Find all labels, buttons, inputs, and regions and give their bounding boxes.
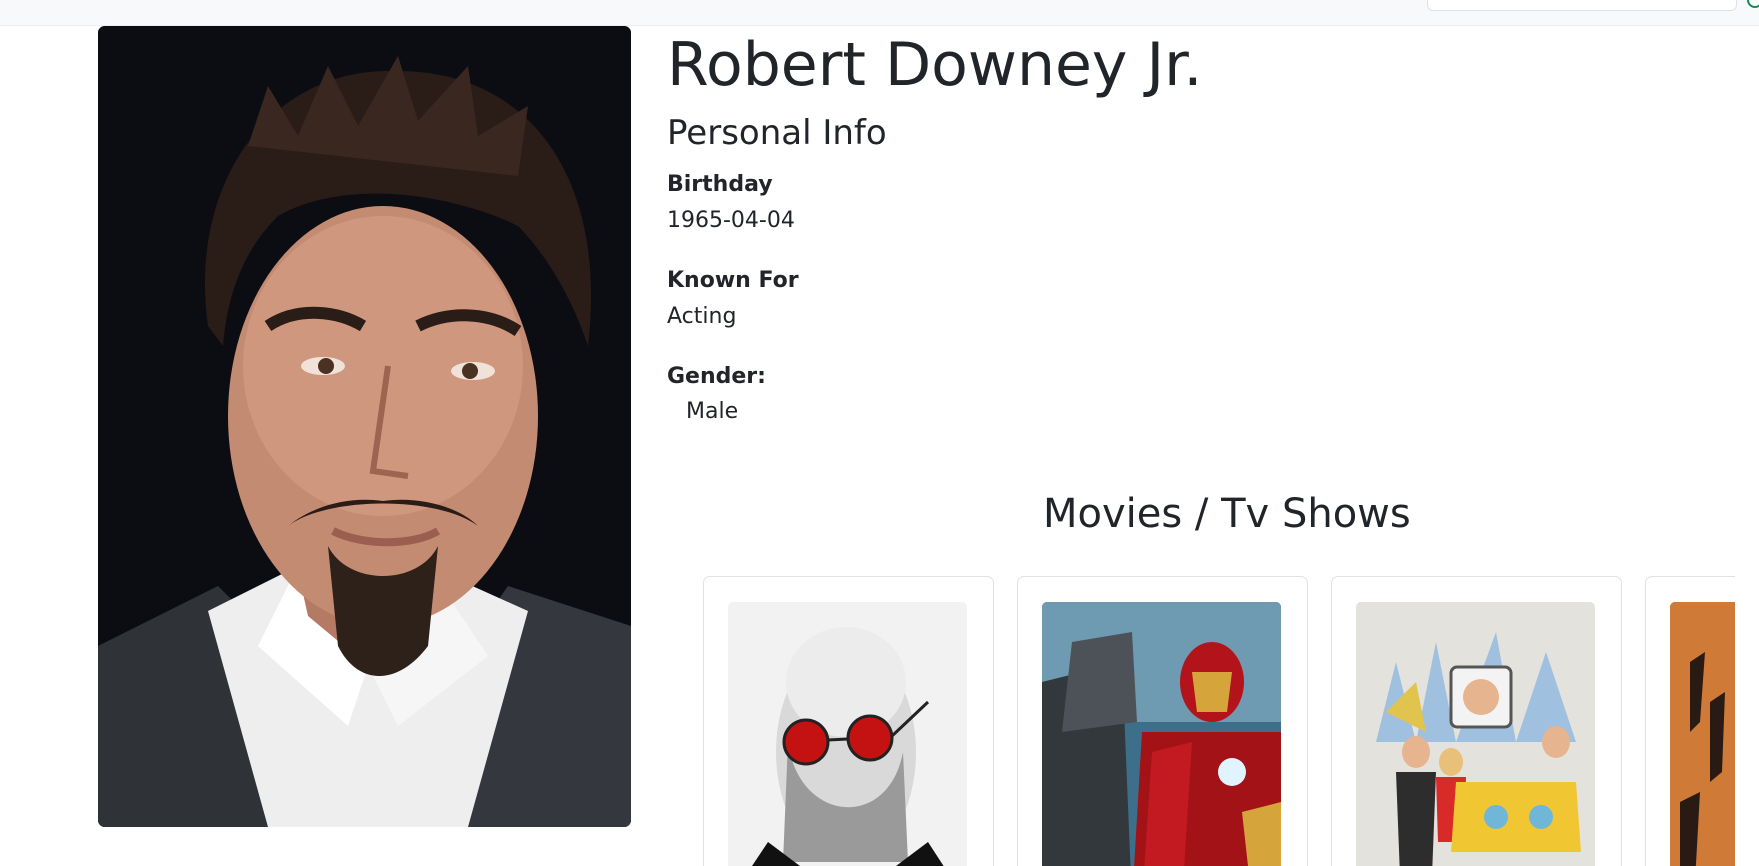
top-navbar <box>0 0 1759 26</box>
personal-info-heading: Personal Info <box>667 113 887 153</box>
birthday-label: Birthday <box>667 172 773 197</box>
credit-card[interactable] <box>1017 576 1308 866</box>
orange-shadow-figures-poster[interactable] <box>1670 602 1735 866</box>
credits-heading: Movies / Tv Shows <box>1043 491 1411 537</box>
search-input[interactable] <box>1427 0 1737 11</box>
birthday-value: 1965-04-04 <box>667 208 795 233</box>
cartoon-taxi-city-poster[interactable] <box>1356 602 1595 866</box>
credit-card[interactable] <box>703 576 994 866</box>
bald-man-red-sunglasses-poster[interactable] <box>728 602 967 866</box>
profile-photo <box>98 26 631 827</box>
known-for-label: Known For <box>667 268 799 293</box>
known-for-value: Acting <box>667 304 737 329</box>
iron-man-armor-poster[interactable] <box>1042 602 1281 866</box>
person-name: Robert Downey Jr. <box>667 30 1203 100</box>
credits-carousel <box>703 576 1735 866</box>
search-button[interactable] <box>1747 0 1759 8</box>
credit-card[interactable] <box>1331 576 1622 866</box>
gender-value: Male <box>686 399 739 424</box>
gender-label: Gender: <box>667 364 766 389</box>
credit-card[interactable] <box>1645 576 1735 866</box>
